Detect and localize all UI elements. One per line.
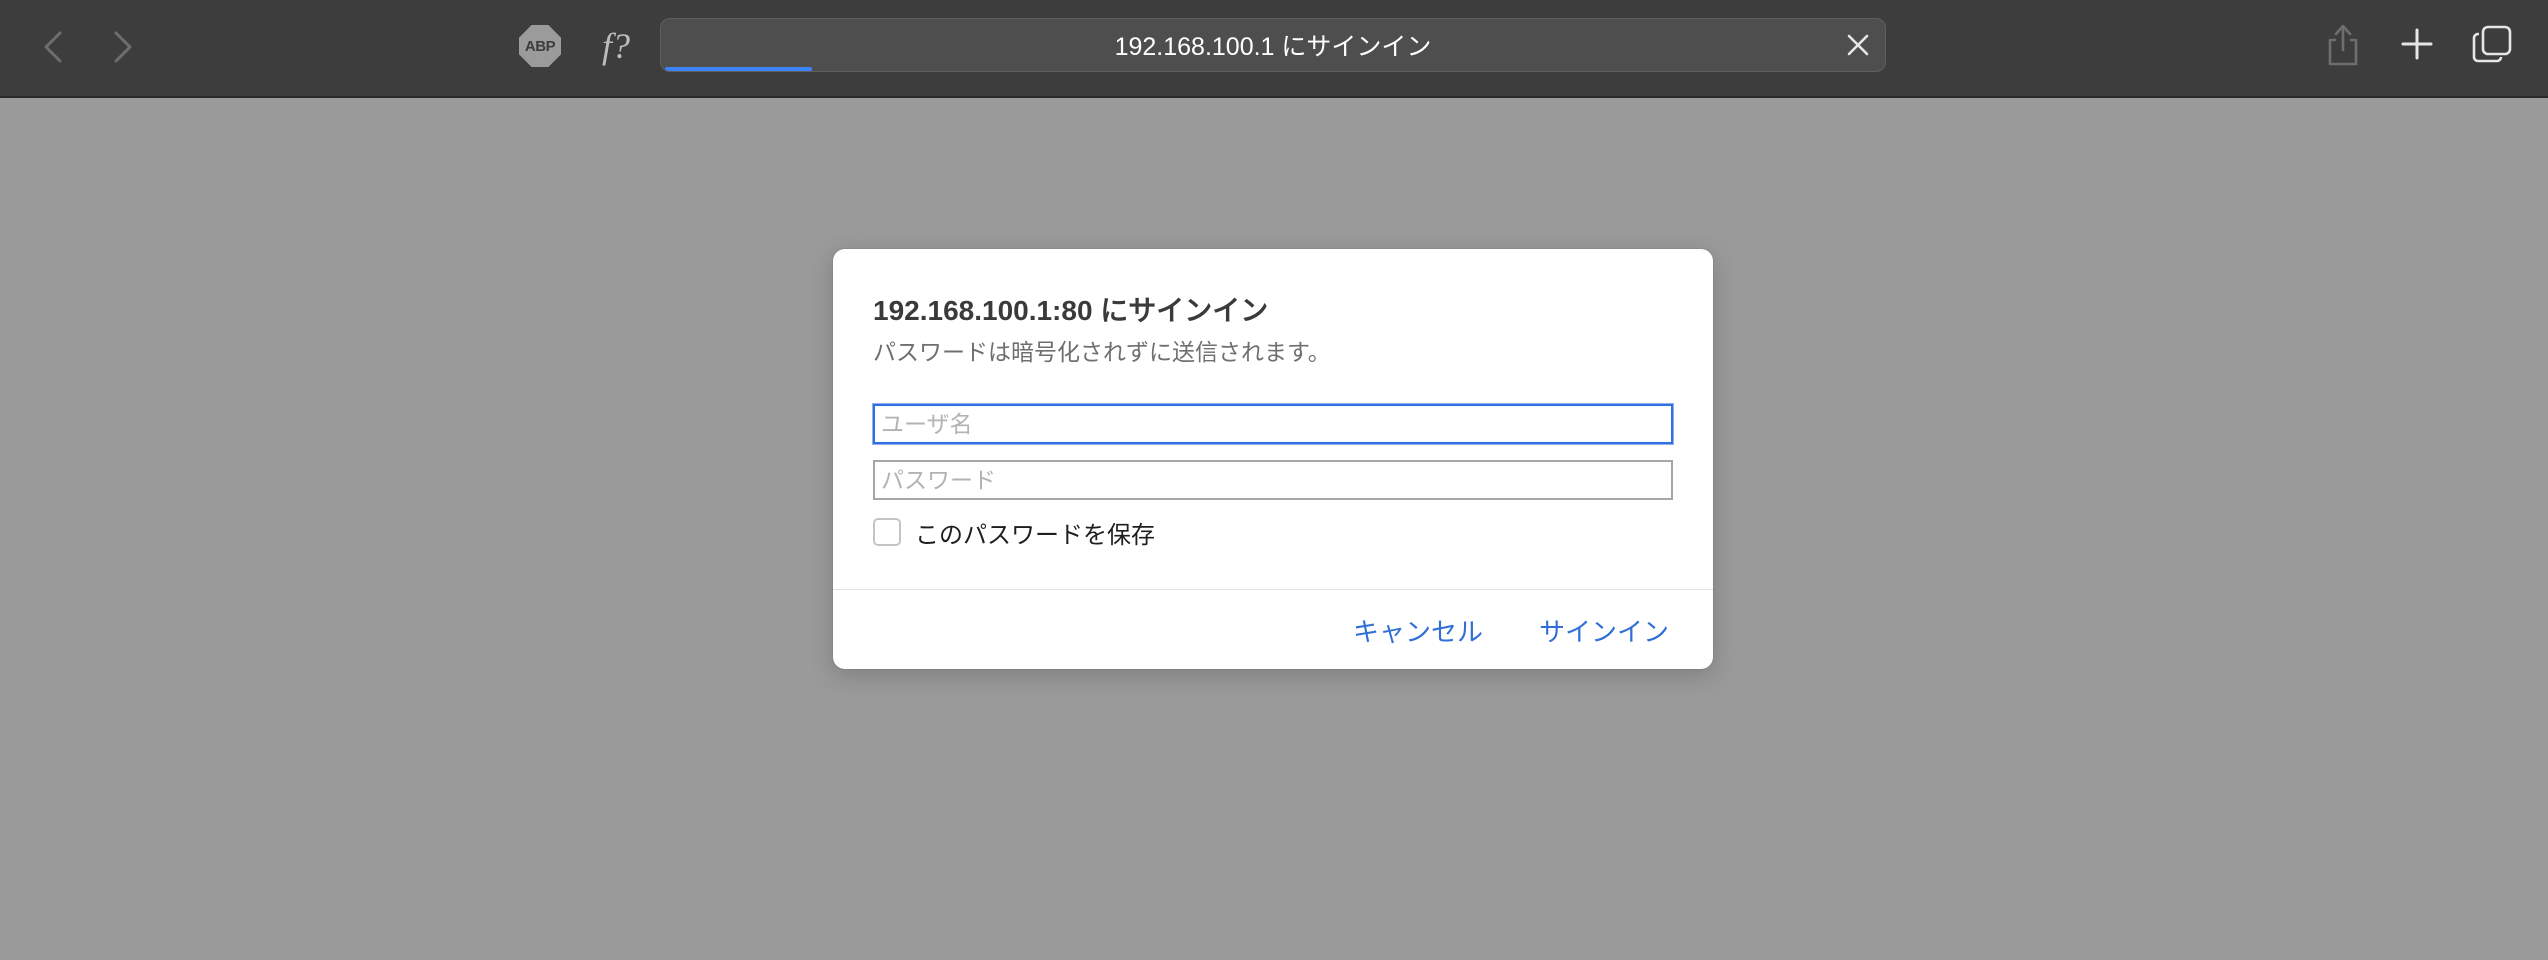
abp-icon: ABP <box>519 25 561 67</box>
save-password-checkbox[interactable] <box>873 518 901 546</box>
back-button[interactable] <box>28 22 78 72</box>
close-icon[interactable] <box>1845 32 1871 58</box>
save-password-label: このパスワードを保存 <box>915 521 1155 549</box>
username-field[interactable] <box>873 404 1673 444</box>
dialog-divider <box>833 589 1713 590</box>
save-password-row[interactable]: このパスワードを保存 <box>873 517 1155 549</box>
share-icon[interactable] <box>2322 20 2364 70</box>
load-progress-bar <box>665 67 812 71</box>
address-text: 192.168.100.1 にサインイン <box>1114 33 1432 61</box>
sign-in-button[interactable]: サインイン <box>1539 610 1669 650</box>
browser-toolbar: ABP f? 192.168.100.1 にサインイン <box>0 0 2548 98</box>
chevron-left-icon <box>44 31 62 63</box>
password-field[interactable] <box>873 460 1673 500</box>
chevron-right-icon <box>114 31 132 63</box>
sign-in-dialog: 192.168.100.1:80 にサインイン パスワードは暗号化されずに送信さ… <box>833 249 1713 669</box>
cancel-button[interactable]: キャンセル <box>1353 610 1483 650</box>
fx-extension-button[interactable]: f? <box>590 20 642 72</box>
address-bar[interactable]: 192.168.100.1 にサインイン <box>660 18 1886 72</box>
dialog-subtitle: パスワードは暗号化されずに送信されます。 <box>873 339 1331 365</box>
dialog-title: 192.168.100.1:80 にサインイン <box>873 295 1269 326</box>
tab-overview-icon[interactable] <box>2470 22 2514 66</box>
adblock-button[interactable]: ABP <box>516 22 564 70</box>
forward-button[interactable] <box>98 22 148 72</box>
plus-icon[interactable] <box>2396 22 2438 66</box>
